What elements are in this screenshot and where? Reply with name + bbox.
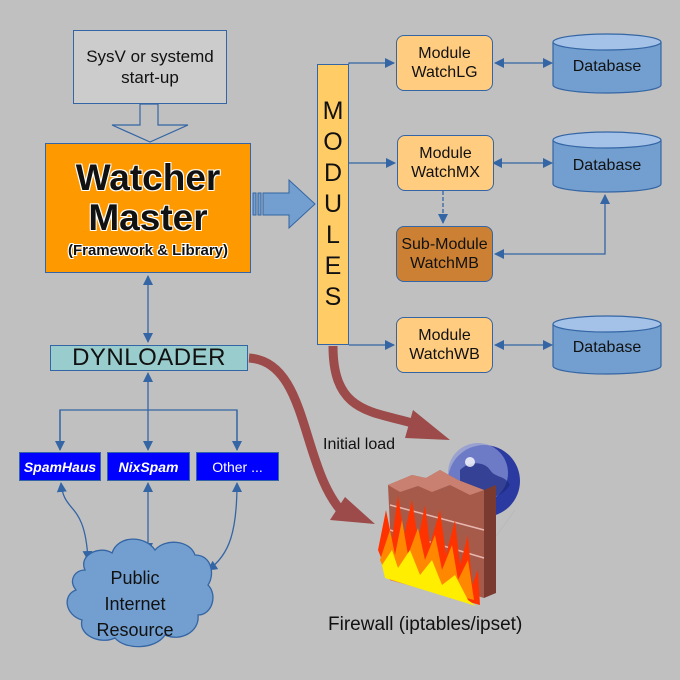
source-label: Other ... — [212, 458, 263, 475]
source-label: NixSpam — [118, 458, 179, 475]
dynloader-label: DYNLOADER — [72, 344, 226, 371]
master-title-line2: Master — [88, 196, 208, 238]
modules-letter: O — [323, 128, 343, 156]
module-label: Module — [418, 327, 471, 344]
module-watchlg: Module WatchLG — [396, 35, 493, 91]
master-title-line1: Watcher — [75, 156, 221, 198]
modules-letter: M — [322, 97, 344, 125]
cloud-line2: Internet — [104, 594, 166, 614]
database-2-label: Database — [572, 157, 642, 174]
module-label: Sub-Module — [401, 236, 488, 253]
dynloader-box: DYNLOADER — [50, 344, 248, 371]
modules-letter: D — [323, 159, 343, 187]
module-watchwb: Module WatchWB — [396, 317, 493, 373]
modules-letter: U — [323, 190, 343, 218]
startup-line2: start-up — [121, 68, 179, 87]
source-nixspam: NixSpam — [107, 452, 190, 481]
cloud-label: Public Internet Resource — [80, 566, 190, 642]
modules-letter: S — [324, 283, 342, 311]
startup-line1: SysV or systemd — [86, 47, 214, 66]
database-1-label: Database — [572, 58, 642, 75]
modules-links — [348, 58, 610, 350]
submodule-watchmb: Sub-Module WatchMB — [396, 226, 493, 282]
source-spamhaus: SpamHaus — [19, 452, 101, 481]
cloud-line1: Public — [110, 568, 160, 588]
module-name: WatchMX — [411, 164, 480, 181]
module-label: Module — [418, 45, 471, 62]
firewall-label: Firewall (iptables/ipset) — [328, 614, 523, 635]
initial-load-arrowhead-1 — [405, 410, 450, 440]
firewall-illustration — [378, 443, 520, 606]
startup-arrow — [111, 103, 189, 143]
module-name: WatchWB — [409, 346, 480, 363]
modules-letter: E — [324, 252, 342, 280]
module-name: WatchLG — [411, 64, 478, 81]
master-subtitle: (Framework & Library) — [67, 241, 229, 259]
modules-letter: L — [326, 221, 340, 249]
watcher-master-box: Watcher Master (Framework & Library) — [45, 143, 251, 273]
database-3-label: Database — [572, 339, 642, 356]
source-other: Other ... — [196, 452, 279, 481]
module-label: Module — [419, 145, 472, 162]
cloud-line3: Resource — [96, 620, 174, 640]
modules-bar: M O D U L E S — [317, 64, 349, 345]
module-watchmx: Module WatchMX — [397, 135, 494, 191]
module-name: WatchMB — [410, 255, 479, 272]
master-to-modules-arrow — [252, 178, 316, 230]
startup-box: SysV or systemd start-up — [73, 30, 227, 104]
source-label: SpamHaus — [23, 458, 97, 475]
initial-load-label: Initial load — [323, 436, 396, 453]
